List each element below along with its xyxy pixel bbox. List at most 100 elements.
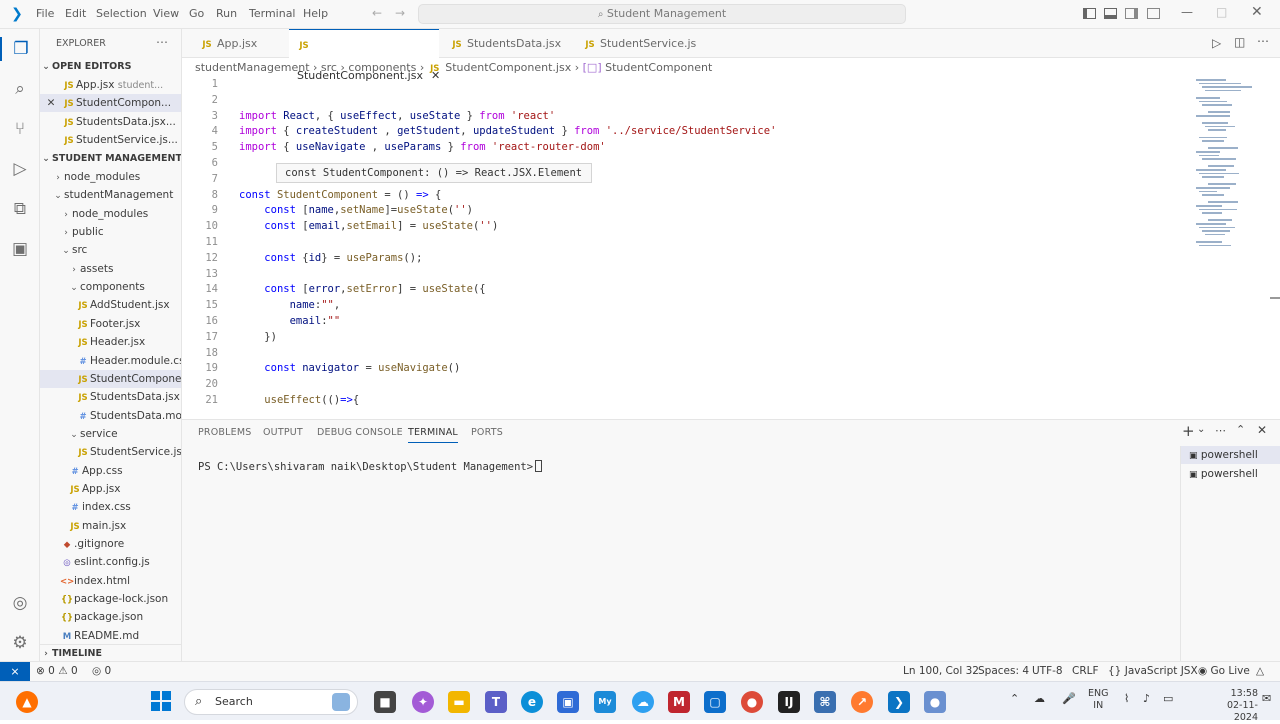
code-line[interactable]: import { useNavigate , useParams } from …	[239, 141, 606, 153]
notifications-bell-icon[interactable]: △	[1256, 665, 1264, 677]
task-view-icon[interactable]: ■	[374, 691, 396, 713]
screen-tool-icon[interactable]: ▢	[704, 691, 726, 713]
breadcrumb-item[interactable]: StudentComponent.jsx	[445, 61, 571, 74]
terminal-item[interactable]: ▣ powershell	[1181, 446, 1280, 464]
cloud-icon[interactable]: ☁	[1034, 692, 1045, 705]
close-window-icon[interactable]: ✕	[1251, 4, 1263, 20]
intellij-icon[interactable]: IJ	[778, 691, 800, 713]
mcafee-icon[interactable]: M	[668, 691, 690, 713]
tree-file[interactable]: # App.css	[40, 462, 181, 480]
forward-arrow-icon[interactable]: →	[395, 6, 405, 20]
open-editor-item[interactable]: JS StudentService.js...	[40, 131, 181, 149]
tab-student-service[interactable]: JS StudentService.js	[575, 29, 705, 58]
tree-file[interactable]: JS StudentCompone...	[40, 369, 181, 388]
back-arrow-icon[interactable]: ←	[372, 6, 382, 20]
code-line[interactable]: email:""	[239, 315, 341, 327]
search-icon[interactable]: ⌕	[8, 77, 32, 101]
widget-icon[interactable]	[332, 693, 350, 711]
menu-help[interactable]: Help	[303, 7, 328, 20]
terminal-output[interactable]: PS C:\Users\shivaram naik\Desktop\Studen…	[198, 460, 543, 473]
code-editor[interactable]: 1 2 3 import React, { useEffect, useState }…	[182, 76, 1192, 416]
tree-file[interactable]: # index.css	[40, 498, 181, 516]
open-editors-section[interactable]: ⌄ OPEN EDITORS	[40, 58, 181, 76]
microphone-icon[interactable]: 🎤	[1062, 692, 1076, 705]
chevron-up-icon[interactable]: ⌃	[1010, 692, 1019, 705]
tree-folder[interactable]: › assets	[40, 260, 181, 278]
breadcrumb-item[interactable]: src	[321, 61, 337, 74]
minimize-icon[interactable]: —	[1181, 5, 1193, 19]
run-icon[interactable]: ▷	[1212, 36, 1221, 50]
edge-icon[interactable]: e	[521, 691, 543, 713]
run-debug-icon[interactable]: ▷	[8, 157, 32, 181]
tree-file[interactable]: JS AddStudent.jsx	[40, 296, 181, 314]
app-flame-icon[interactable]: ▲	[16, 691, 38, 713]
remote-indicator-icon[interactable]: ⨯	[0, 662, 30, 681]
breadcrumb-item[interactable]: components	[348, 61, 416, 74]
timeline-section[interactable]: › TIMELINE	[40, 644, 181, 661]
teams-icon[interactable]: T	[485, 691, 507, 713]
menu-view[interactable]: View	[153, 7, 179, 20]
minimap[interactable]	[1192, 76, 1272, 276]
weather-icon[interactable]: ☁	[632, 691, 654, 713]
code-line[interactable]: })	[239, 331, 277, 343]
tree-file[interactable]: ◆ .gitignore	[40, 535, 181, 553]
more-actions-icon[interactable]: ⋯	[1215, 424, 1226, 437]
tree-file[interactable]: {}package-lock.json	[40, 590, 181, 608]
account-icon[interactable]: ◎	[8, 591, 32, 615]
menu-terminal[interactable]: Terminal	[249, 7, 296, 20]
toggle-secondary-sidebar-icon[interactable]	[1125, 8, 1138, 19]
terminal-item[interactable]: ▣ powershell	[1181, 465, 1280, 483]
maximize-icon[interactable]: □	[1216, 5, 1227, 19]
code-line[interactable]: name:"",	[239, 299, 341, 311]
tab-app-jsx[interactable]: JS App.jsx	[192, 29, 287, 58]
code-line[interactable]: const [error,setError] = useState({	[239, 283, 485, 295]
problems-status[interactable]: ⊗ 0 ⚠ 0	[36, 665, 78, 677]
code-line[interactable]: import { createStudent , getStudent, upd…	[239, 125, 776, 137]
battery-icon[interactable]: ▭	[1163, 692, 1173, 705]
tree-file[interactable]: JS main.jsx	[40, 517, 181, 535]
clock[interactable]: 13:58 02-11-2024	[1214, 688, 1258, 724]
tree-file[interactable]: {}package.json	[40, 608, 181, 626]
project-section[interactable]: ⌄ STUDENT MANAGEMENT	[40, 150, 181, 168]
extensions-icon[interactable]: ⧉	[8, 197, 32, 221]
indentation-status[interactable]: Spaces: 4	[978, 665, 1029, 677]
volume-icon[interactable]: ♪	[1143, 692, 1150, 705]
tree-file[interactable]: JS App.jsx	[40, 480, 181, 498]
eol-status[interactable]: CRLF	[1072, 665, 1099, 677]
tree-file[interactable]: JS Footer.jsx	[40, 315, 181, 333]
more-actions-icon[interactable]: ⋯	[156, 35, 168, 49]
menu-run[interactable]: Run	[216, 7, 237, 20]
windows-start-icon[interactable]	[151, 691, 171, 711]
tab-students-data[interactable]: JS StudentsData.jsx	[442, 29, 572, 58]
open-editor-item[interactable]: ✕ JS StudentCompon...	[40, 94, 181, 113]
wifi-icon[interactable]: ⌇	[1124, 692, 1129, 705]
split-editor-icon[interactable]: ◫	[1234, 35, 1245, 49]
tree-file[interactable]: ◎ eslint.config.js	[40, 553, 181, 571]
chevron-down-icon[interactable]: ⌄	[1197, 424, 1205, 435]
tab-terminal[interactable]: TERMINAL	[408, 427, 458, 443]
menu-selection[interactable]: Selection	[96, 7, 147, 20]
recorder-icon[interactable]: ●	[924, 691, 946, 713]
breadcrumb-item[interactable]: StudentComponent	[605, 61, 712, 74]
chrome-icon[interactable]: ●	[741, 691, 763, 713]
postman-icon[interactable]: ↗	[851, 691, 873, 713]
tree-folder[interactable]: › node_modules	[40, 205, 181, 223]
language-status[interactable]: {} JavaScript JSX	[1108, 665, 1198, 677]
menu-file[interactable]: File	[36, 7, 54, 20]
tree-file[interactable]: M README.md	[40, 627, 181, 645]
editor-scrollbar[interactable]	[1270, 297, 1280, 299]
menu-go[interactable]: Go	[189, 7, 204, 20]
terminal-app-icon[interactable]: ⌘	[814, 691, 836, 713]
code-line[interactable]: const [email,setEmail] = useState('')	[239, 220, 498, 232]
toggle-panel-icon[interactable]	[1104, 8, 1117, 19]
tree-file[interactable]: # StudentsData.mo...	[40, 407, 181, 425]
tree-file[interactable]: JS Header.jsx	[40, 333, 181, 351]
close-icon[interactable]: ✕	[40, 94, 62, 112]
customize-layout-icon[interactable]	[1147, 8, 1160, 19]
open-editor-item[interactable]: JS App.jsx student...	[40, 76, 181, 94]
notification-icon[interactable]: ✉	[1262, 692, 1271, 705]
source-control-icon[interactable]: ⑂	[8, 117, 32, 141]
cursor-position[interactable]: Ln 100, Col 32	[903, 665, 979, 677]
tab-ports[interactable]: PORTS	[471, 427, 503, 438]
code-line[interactable]: const StudentComponent = () => {	[239, 189, 441, 201]
